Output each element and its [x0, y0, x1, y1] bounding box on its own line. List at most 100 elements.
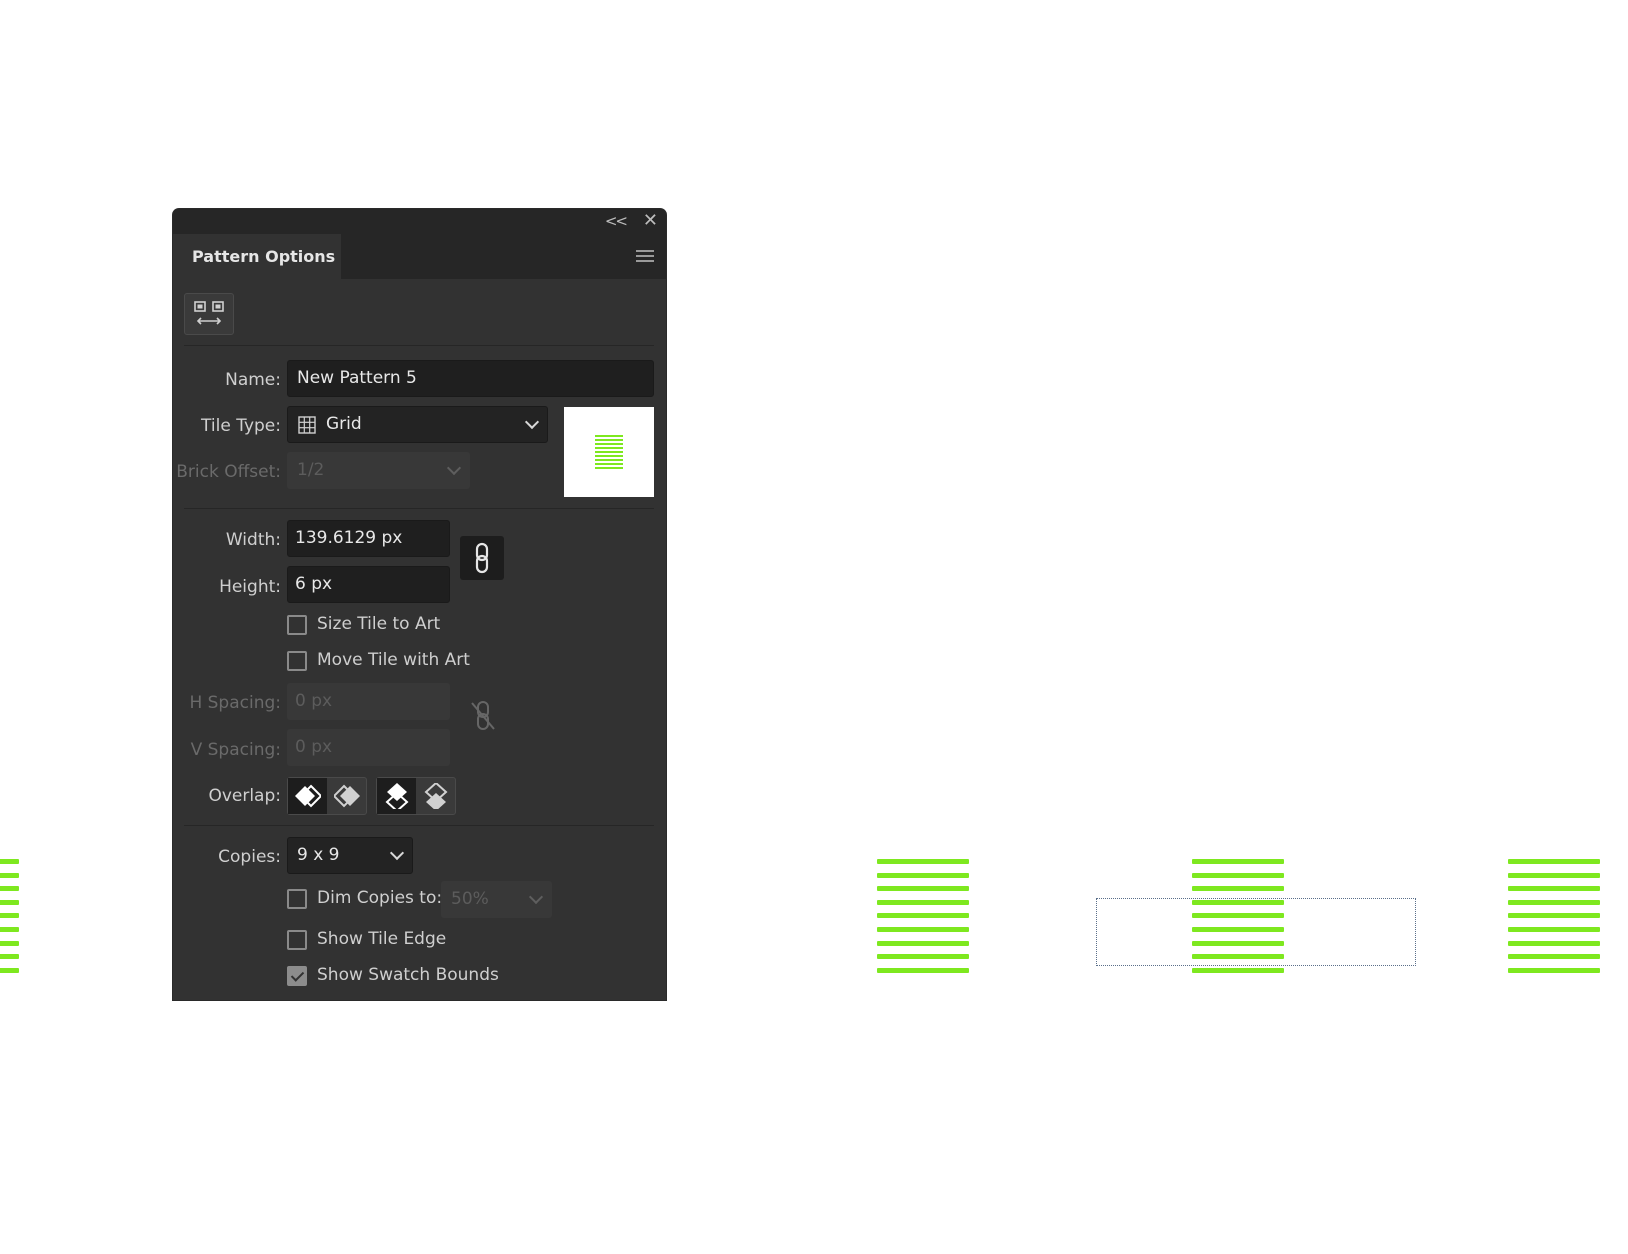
stripe-bar — [877, 859, 969, 864]
v-spacing-label: V Spacing: — [190, 740, 281, 760]
tile-editing-tool-button[interactable] — [184, 293, 234, 335]
link-dimensions-button[interactable] — [460, 536, 504, 580]
stripe-bar — [877, 967, 969, 973]
size-tile-to-art-checkbox[interactable] — [287, 615, 307, 635]
brick-offset-dropdown[interactable]: 1/2 — [287, 452, 470, 489]
grid-icon — [298, 416, 316, 434]
overlap-vertical-group — [376, 777, 456, 815]
stripe-bar — [1508, 967, 1600, 973]
top-in-front-button[interactable] — [377, 778, 416, 814]
chevron-down-icon — [528, 889, 544, 905]
panel-titlebar[interactable]: << ✕ — [173, 209, 666, 234]
stripe-bar — [1508, 954, 1600, 960]
stripe-bar — [1192, 859, 1284, 864]
stripe-bar — [0, 859, 19, 864]
copies-label: Copies: — [218, 847, 281, 867]
stripe-bar — [0, 954, 19, 960]
move-tile-with-art-label: Move Tile with Art — [317, 650, 470, 670]
stripe-bar — [877, 899, 969, 905]
divider — [184, 825, 654, 826]
unlink-spacing-button[interactable] — [466, 699, 500, 733]
left-in-front-icon — [295, 784, 321, 808]
stripe-bar — [0, 927, 19, 932]
stripe-bar — [877, 913, 969, 919]
swatch-preview — [564, 407, 654, 497]
unlink-chain-icon — [471, 701, 495, 730]
stripe-bar — [877, 927, 969, 932]
name-label: Name: — [225, 370, 281, 390]
stripe-bar — [0, 872, 19, 878]
stripe-bar — [0, 886, 19, 892]
stripe-bar — [1508, 913, 1600, 919]
bottom-in-front-icon — [424, 783, 448, 809]
divider — [184, 345, 654, 346]
chevron-down-icon — [524, 414, 540, 430]
copies-value: 9 x 9 — [297, 845, 340, 865]
show-swatch-bounds-label: Show Swatch Bounds — [317, 965, 499, 985]
top-in-front-icon — [385, 783, 409, 809]
copies-dropdown[interactable]: 9 x 9 — [287, 837, 413, 874]
tile-editing-tool-icon — [194, 301, 224, 325]
pattern-options-panel: << ✕ Pattern Options Name: New Pattern 5… — [173, 209, 666, 1000]
left-in-front-button[interactable] — [288, 778, 327, 814]
tile-type-value: Grid — [326, 414, 362, 434]
name-input[interactable]: New Pattern 5 — [287, 360, 654, 397]
show-tile-edge-label: Show Tile Edge — [317, 929, 447, 949]
hamburger-menu-icon[interactable] — [636, 250, 654, 262]
preview-stripe — [595, 455, 623, 457]
stripe-bar — [1192, 967, 1284, 973]
swatch-preview-art — [595, 435, 623, 469]
panel-tabbar: Pattern Options — [173, 234, 666, 279]
link-chain-icon — [475, 542, 489, 574]
stripe-bar — [1508, 899, 1600, 905]
dim-copies-value: 50% — [451, 889, 489, 909]
overlap-horizontal-group — [287, 777, 367, 815]
pattern-copy-right — [1508, 859, 1600, 973]
stripe-bar — [0, 913, 19, 919]
stripe-bar — [0, 899, 19, 905]
stripe-bar — [1192, 886, 1284, 892]
preview-stripe — [595, 435, 623, 437]
preview-stripe — [595, 447, 623, 449]
preview-stripe — [595, 463, 623, 465]
tile-type-dropdown[interactable]: Grid — [287, 406, 548, 443]
stripe-bar — [0, 967, 19, 973]
show-tile-edge-checkbox[interactable] — [287, 930, 307, 950]
stripe-bar — [1508, 940, 1600, 946]
dim-copies-dropdown[interactable]: 50% — [441, 881, 552, 918]
width-input[interactable]: 139.6129 px — [287, 520, 450, 557]
height-input[interactable]: 6 px — [287, 566, 450, 603]
move-tile-with-art-checkbox[interactable] — [287, 651, 307, 671]
preview-stripe — [595, 459, 623, 461]
width-label: Width: — [225, 530, 281, 550]
stripe-bar — [1508, 886, 1600, 892]
stripe-bar — [1508, 872, 1600, 878]
swatch-bounds — [1096, 898, 1416, 966]
show-swatch-bounds-checkbox[interactable] — [287, 966, 307, 986]
preview-stripe — [595, 451, 623, 453]
divider — [184, 508, 654, 509]
preview-stripe — [595, 439, 623, 441]
dim-copies-label: Dim Copies to: — [317, 888, 443, 908]
stripe-bar — [877, 954, 969, 960]
close-icon[interactable]: ✕ — [643, 210, 658, 231]
right-in-front-button[interactable] — [327, 778, 366, 814]
dim-copies-checkbox[interactable] — [287, 889, 307, 909]
tab-pattern-options[interactable]: Pattern Options — [173, 234, 341, 279]
stripe-bar — [1508, 859, 1600, 864]
size-tile-to-art-label: Size Tile to Art — [317, 614, 441, 634]
chevron-down-icon — [389, 845, 405, 861]
h-spacing-input[interactable]: 0 px — [287, 683, 450, 720]
preview-stripe — [595, 443, 623, 445]
brick-offset-label: Brick Offset: — [176, 462, 281, 482]
stripe-bar — [1192, 872, 1284, 878]
double-chevron-left-icon[interactable]: << — [605, 212, 628, 230]
stripe-bar — [877, 872, 969, 878]
bottom-in-front-button[interactable] — [416, 778, 455, 814]
stripe-bar — [1508, 927, 1600, 932]
stripe-bar — [0, 940, 19, 946]
height-label: Height: — [219, 577, 281, 597]
preview-stripe — [595, 467, 623, 469]
v-spacing-input[interactable]: 0 px — [287, 729, 450, 766]
pattern-copy-left — [0, 859, 19, 973]
